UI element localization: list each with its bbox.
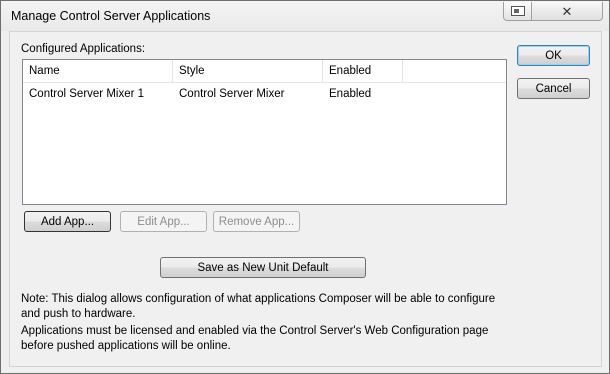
edit-app-button[interactable]: Edit App... xyxy=(120,211,207,232)
cancel-button[interactable]: Cancel xyxy=(517,78,590,99)
dialog-window: Manage Control Server Applications ✕ Con… xyxy=(0,0,610,374)
list-item-enabled: Enabled xyxy=(329,88,372,100)
window-title: Manage Control Server Applications xyxy=(11,9,211,23)
add-app-button[interactable]: Add App... xyxy=(24,211,111,232)
ok-button[interactable]: OK xyxy=(517,45,590,66)
list-header: Name Style Enabled xyxy=(23,60,506,83)
dialog-body: Configured Applications: Name Style Enab… xyxy=(9,31,602,367)
licensing-note: Applications must be licensed and enable… xyxy=(21,325,489,352)
list-item-style: Control Server Mixer xyxy=(179,88,285,100)
column-header-style[interactable]: Style xyxy=(173,60,323,82)
list-item-name: Control Server Mixer 1 xyxy=(29,88,145,100)
title-bar[interactable]: Manage Control Server Applications ✕ xyxy=(1,1,609,31)
configured-applications-label: Configured Applications: xyxy=(21,43,146,55)
context-help-button[interactable] xyxy=(503,2,532,21)
close-button[interactable]: ✕ xyxy=(531,2,603,21)
applications-list[interactable]: Name Style Enabled Control Server Mixer … xyxy=(22,59,507,205)
remove-app-button[interactable]: Remove App... xyxy=(213,211,300,232)
list-item[interactable]: Control Server Mixer 1 Control Server Mi… xyxy=(23,84,506,104)
context-help-icon xyxy=(510,6,525,16)
save-as-unit-default-button[interactable]: Save as New Unit Default xyxy=(160,257,366,278)
close-icon: ✕ xyxy=(561,3,573,19)
column-header-name[interactable]: Name xyxy=(23,60,173,82)
configuration-note: Note: This dialog allows configuration o… xyxy=(21,293,496,320)
column-header-enabled[interactable]: Enabled xyxy=(323,60,403,82)
